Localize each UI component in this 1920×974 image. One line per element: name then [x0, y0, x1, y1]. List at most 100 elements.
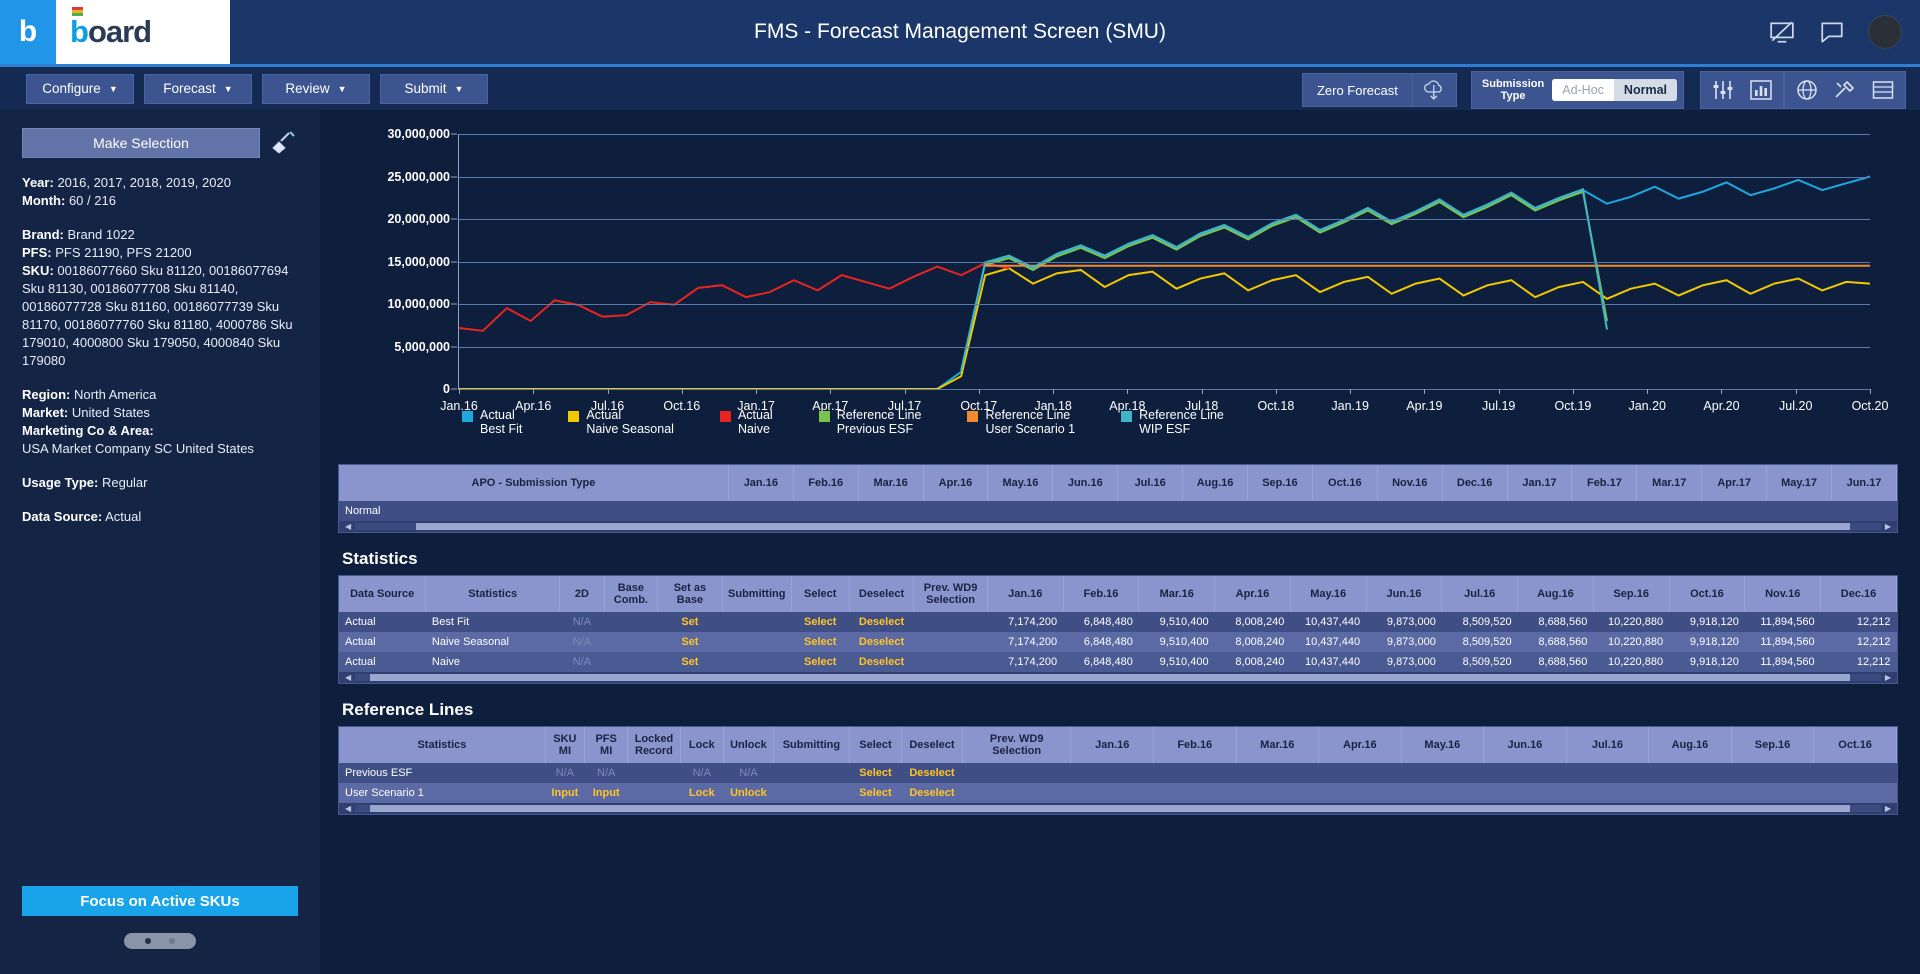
scroll-track[interactable] — [355, 523, 1881, 530]
statistics-value-cell[interactable]: 9,510,400 — [1138, 652, 1215, 672]
reference-lines-value-cell[interactable] — [1813, 783, 1897, 803]
reference-lines-cell[interactable]: Lock — [680, 783, 724, 803]
statistics-value-cell[interactable]: 8,509,520 — [1441, 632, 1518, 652]
scroll-right-icon[interactable]: ▶ — [1885, 804, 1891, 813]
apo-cell[interactable] — [1701, 501, 1767, 521]
reference-lines-cell[interactable]: Select — [849, 763, 902, 783]
zero-forecast-button[interactable]: Zero Forecast — [1301, 73, 1413, 107]
reference-lines-value-cell[interactable] — [1648, 763, 1732, 783]
apo-cell[interactable] — [1312, 501, 1378, 521]
app-logo-tile[interactable]: b — [0, 0, 56, 64]
apo-cell[interactable] — [1636, 501, 1702, 521]
statistics-value-cell[interactable]: 9,918,120 — [1669, 632, 1745, 652]
reference-lines-value-cell[interactable] — [1236, 763, 1319, 783]
apo-horizontal-scrollbar[interactable]: ◀ ▶ — [339, 521, 1897, 532]
statistics-value-cell[interactable]: 11,894,560 — [1744, 612, 1821, 632]
reference-lines-cell[interactable]: Input — [584, 783, 628, 803]
reference-lines-cell[interactable]: Input — [545, 783, 585, 803]
legend-item[interactable]: Reference Line User Scenario 1 — [967, 408, 1075, 436]
statistics-row[interactable]: Actual Best Fit N/A Set Select Deselect 7,174,… — [339, 612, 1897, 632]
statistics-value-cell[interactable]: 9,873,000 — [1366, 612, 1442, 632]
make-selection-button[interactable]: Make Selection — [22, 128, 260, 158]
sliders-icon[interactable] — [1711, 78, 1735, 102]
statistics-value-cell[interactable]: 10,437,440 — [1290, 652, 1367, 672]
scroll-thumb[interactable] — [416, 523, 1851, 530]
table-icon[interactable] — [1871, 78, 1895, 102]
screen-share-icon[interactable] — [1768, 19, 1796, 45]
apo-cell[interactable] — [1507, 501, 1572, 521]
statistics-value-cell[interactable]: 9,873,000 — [1366, 632, 1442, 652]
scroll-thumb[interactable] — [370, 805, 1851, 812]
scroll-right-icon[interactable]: ▶ — [1885, 522, 1891, 531]
reference-lines-value-cell[interactable] — [1813, 763, 1897, 783]
apo-cell[interactable] — [1247, 501, 1313, 521]
reference-lines-value-cell[interactable] — [1731, 763, 1814, 783]
statistics-value-cell[interactable]: 6,848,480 — [1063, 612, 1139, 632]
statistics-value-cell[interactable]: 9,510,400 — [1138, 612, 1215, 632]
statistics-value-cell[interactable]: 8,509,520 — [1441, 612, 1518, 632]
pager-dot-active[interactable] — [145, 938, 151, 944]
reference-lines-value-cell[interactable] — [1483, 783, 1567, 803]
statistics-value-cell[interactable]: 10,220,880 — [1593, 612, 1670, 632]
apo-cell[interactable] — [1442, 501, 1508, 521]
reference-lines-value-cell[interactable] — [1070, 783, 1154, 803]
statistics-value-cell[interactable]: 8,008,240 — [1214, 632, 1291, 652]
apo-table-row[interactable]: Normal — [339, 501, 1897, 521]
apo-cell[interactable] — [1052, 501, 1118, 521]
reference-lines-value-cell[interactable] — [1566, 783, 1649, 803]
statistics-value-cell[interactable]: 6,848,480 — [1063, 652, 1139, 672]
chat-icon[interactable] — [1818, 19, 1846, 45]
focus-on-active-skus-button[interactable]: Focus on Active SKUs — [22, 886, 298, 916]
reference-lines-cell[interactable]: Deselect — [901, 783, 963, 803]
statistics-value-cell[interactable]: 7,174,200 — [987, 652, 1064, 672]
menu-configure[interactable]: Configure ▼ — [26, 73, 134, 104]
statistics-value-cell[interactable]: 9,918,120 — [1669, 612, 1745, 632]
statistics-value-cell[interactable]: 11,894,560 — [1744, 652, 1821, 672]
statistics-cell[interactable]: Select — [791, 652, 850, 672]
apo-cell[interactable] — [1571, 501, 1637, 521]
statistics-cell[interactable]: Set — [657, 652, 723, 672]
submission-option-adhoc[interactable]: Ad-Hoc — [1552, 79, 1614, 101]
statistics-value-cell[interactable]: 7,174,200 — [987, 632, 1064, 652]
statistics-value-cell[interactable]: 9,918,120 — [1669, 652, 1745, 672]
reference-lines-value-cell[interactable] — [1566, 763, 1649, 783]
statistics-value-cell[interactable]: 8,509,520 — [1441, 652, 1518, 672]
apo-cell[interactable] — [793, 501, 859, 521]
menu-review[interactable]: Review ▼ — [262, 73, 370, 104]
reference-lines-cell[interactable]: Select — [849, 783, 902, 803]
menu-forecast[interactable]: Forecast ▼ — [144, 73, 252, 104]
statistics-cell[interactable]: Set — [657, 632, 723, 652]
apo-cell[interactable] — [1182, 501, 1248, 521]
statistics-cell[interactable]: Set — [657, 612, 723, 632]
legend-item[interactable]: Actual Naive — [719, 408, 773, 436]
reference-lines-value-cell[interactable] — [1318, 763, 1402, 783]
legend-item[interactable]: Reference Line WIP ESF — [1121, 408, 1224, 436]
statistics-value-cell[interactable]: 6,848,480 — [1063, 632, 1139, 652]
apo-cell[interactable] — [858, 501, 924, 521]
statistics-cell[interactable]: Select — [791, 612, 850, 632]
statistics-value-cell[interactable]: 10,220,880 — [1593, 632, 1670, 652]
reference-lines-cell[interactable]: Unlock — [723, 783, 774, 803]
reference-lines-cell[interactable]: Deselect — [901, 763, 963, 783]
submission-type-segmented[interactable]: Ad-Hoc Normal — [1552, 79, 1677, 101]
statistics-value-cell[interactable]: 11,894,560 — [1744, 632, 1821, 652]
scroll-track[interactable] — [355, 805, 1881, 812]
scroll-track[interactable] — [355, 674, 1881, 681]
statistics-value-cell[interactable]: 9,873,000 — [1366, 652, 1442, 672]
reference-lines-value-cell[interactable] — [1648, 783, 1732, 803]
scroll-right-icon[interactable]: ▶ — [1885, 673, 1891, 682]
statistics-row[interactable]: Actual Naive N/A Set Select Deselect 7,174,200… — [339, 652, 1897, 672]
submission-option-normal[interactable]: Normal — [1613, 79, 1677, 101]
tools-icon[interactable] — [1833, 78, 1857, 102]
scroll-left-icon[interactable]: ◀ — [345, 673, 351, 682]
reference-lines-horizontal-scrollbar[interactable]: ◀ ▶ — [339, 803, 1897, 814]
reference-lines-value-cell[interactable] — [1153, 783, 1237, 803]
broom-icon[interactable] — [270, 129, 298, 157]
statistics-value-cell[interactable]: 8,688,560 — [1517, 612, 1594, 632]
reference-lines-value-cell[interactable] — [1401, 763, 1484, 783]
reference-lines-value-cell[interactable] — [1318, 783, 1402, 803]
legend-item[interactable]: Actual Naive Seasonal — [568, 408, 674, 436]
statistics-value-cell[interactable]: 7,174,200 — [987, 612, 1064, 632]
statistics-value-cell[interactable]: 10,220,880 — [1593, 652, 1670, 672]
reference-lines-value-cell[interactable] — [1070, 763, 1154, 783]
